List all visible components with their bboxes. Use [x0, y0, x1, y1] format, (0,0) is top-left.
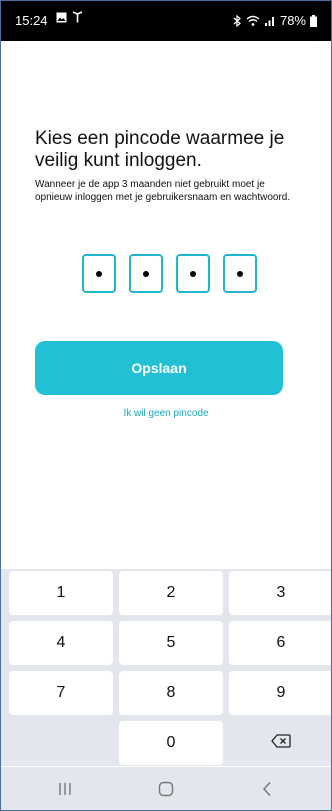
- battery-icon: [310, 14, 317, 27]
- battery-percent: 78%: [279, 13, 306, 28]
- key-9[interactable]: 9: [229, 671, 331, 715]
- pin-digit-2[interactable]: [129, 254, 163, 293]
- key-5[interactable]: 5: [119, 621, 223, 665]
- pin-input[interactable]: [82, 254, 257, 293]
- recent-apps-icon[interactable]: [53, 779, 77, 799]
- antenna-icon: [72, 11, 83, 23]
- key-0[interactable]: 0: [119, 721, 223, 765]
- save-button[interactable]: Opslaan: [35, 341, 283, 395]
- pin-dot: [190, 270, 196, 277]
- numeric-keypad: 1 2 3 4 5 6 7 8 9 0: [1, 569, 331, 766]
- page-subtitle: Wanneer je de app 3 maanden niet gebruik…: [35, 179, 291, 203]
- key-4[interactable]: 4: [9, 621, 113, 665]
- gallery-icon: [56, 12, 67, 23]
- back-icon[interactable]: [255, 779, 279, 799]
- key-6[interactable]: 6: [229, 621, 331, 665]
- pin-dot: [237, 270, 243, 277]
- no-pin-link[interactable]: Ik wil geen pincode: [1, 408, 331, 419]
- pin-setup-screen: Kies een pincode waarmee je veilig kunt …: [1, 41, 331, 569]
- page-title: Kies een pincode waarmee je veilig kunt …: [35, 128, 285, 171]
- navigation-bar: [1, 767, 331, 810]
- key-2[interactable]: 2: [119, 571, 223, 615]
- key-8[interactable]: 8: [119, 671, 223, 715]
- backspace-icon: [271, 733, 291, 753]
- status-time: 15:24: [15, 13, 48, 28]
- pin-digit-4[interactable]: [223, 254, 257, 293]
- status-bar: 15:24 78%: [1, 1, 331, 41]
- home-icon[interactable]: [154, 779, 178, 799]
- signal-icon: [264, 15, 276, 27]
- key-1[interactable]: 1: [9, 571, 113, 615]
- key-7[interactable]: 7: [9, 671, 113, 715]
- pin-digit-1[interactable]: [82, 254, 116, 293]
- bluetooth-icon: [232, 14, 242, 27]
- pin-dot: [96, 270, 102, 277]
- phone-screen: 15:24 78% Kies een pincode waarmee je ve…: [0, 0, 332, 811]
- pin-dot: [143, 270, 149, 277]
- key-3[interactable]: 3: [229, 571, 331, 615]
- backspace-key[interactable]: [229, 721, 331, 765]
- pin-digit-3[interactable]: [176, 254, 210, 293]
- wifi-icon: [246, 15, 260, 27]
